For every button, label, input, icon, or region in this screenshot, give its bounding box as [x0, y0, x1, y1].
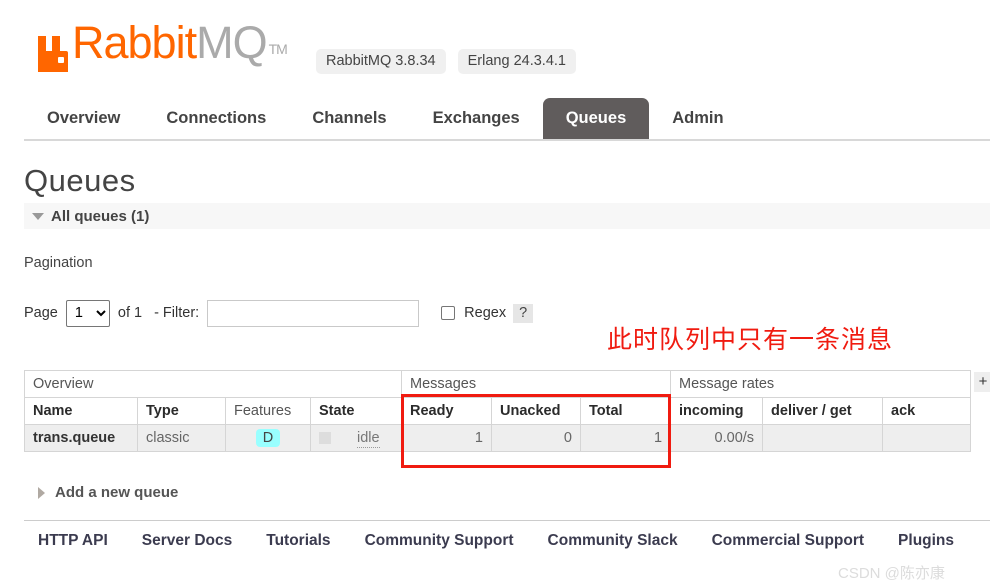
- column-header-incoming[interactable]: incoming: [670, 397, 764, 425]
- group-message-rates: Message rates: [670, 370, 972, 398]
- logo-tm-mark: TM: [268, 41, 288, 57]
- footer-link-community-slack[interactable]: Community Slack: [548, 532, 678, 550]
- table-column-header-row: Name Type Features State Ready Unacked T…: [24, 397, 972, 425]
- group-overview: Overview: [24, 370, 402, 398]
- footer-divider: [24, 520, 990, 521]
- rabbitmq-management-page: RabbitMQ TM RabbitMQ 3.8.34 Erlang 24.3.4…: [0, 0, 990, 587]
- logo-wordmark: RabbitMQ TM: [72, 20, 288, 74]
- state-label: idle: [357, 430, 380, 448]
- csdn-watermark: CSDN @陈亦康: [838, 565, 945, 582]
- column-header-deliver-get[interactable]: deliver / get: [762, 397, 884, 425]
- cell-queue-features: D: [225, 424, 311, 452]
- rabbitmq-logo[interactable]: RabbitMQ TM: [36, 20, 288, 74]
- cell-rate-incoming: 0.00/s: [670, 424, 764, 452]
- nav-tabs: Overview Connections Channels Exchanges …: [24, 98, 747, 139]
- cell-rate-deliver-get: [762, 424, 884, 452]
- queues-table: Overview Messages Message rates Name Typ…: [24, 370, 972, 452]
- column-header-type[interactable]: Type: [137, 397, 226, 425]
- queues-table-container: Overview Messages Message rates Name Typ…: [24, 370, 972, 452]
- chevron-down-icon: [32, 212, 44, 220]
- cell-messages-ready: 1: [401, 424, 492, 452]
- nav-underline: [24, 139, 990, 141]
- cell-queue-state: idle: [310, 424, 402, 452]
- rabbitmq-logo-icon: [36, 34, 70, 74]
- footer-link-community-support[interactable]: Community Support: [365, 532, 514, 550]
- chevron-right-icon: [38, 486, 45, 499]
- main-navigation: Overview Connections Channels Exchanges …: [0, 98, 990, 141]
- column-header-total[interactable]: Total: [579, 397, 672, 425]
- tab-queues[interactable]: Queues: [542, 98, 650, 139]
- column-toggle-button[interactable]: +: [974, 372, 990, 392]
- page-label: Page: [24, 305, 58, 321]
- cell-messages-unacked: 0: [491, 424, 581, 452]
- footer-navigation: HTTP API Server Docs Tutorials Community…: [38, 532, 954, 550]
- regex-help-icon[interactable]: ?: [513, 303, 534, 323]
- state-indicator-icon: [319, 432, 331, 445]
- page-title: Queues: [24, 163, 136, 198]
- regex-control[interactable]: Regex ?: [441, 303, 534, 323]
- cell-messages-total: 1: [579, 424, 672, 452]
- all-queues-section-header[interactable]: All queues (1): [24, 203, 990, 229]
- tab-exchanges[interactable]: Exchanges: [410, 98, 543, 139]
- tab-admin[interactable]: Admin: [649, 98, 746, 139]
- footer-link-http-api[interactable]: HTTP API: [38, 532, 108, 550]
- column-header-state[interactable]: State: [310, 397, 402, 425]
- tab-overview[interactable]: Overview: [24, 98, 143, 139]
- cell-queue-name[interactable]: trans.queue: [24, 424, 138, 452]
- filter-input[interactable]: [207, 299, 420, 327]
- page-total-label: of 1: [117, 305, 143, 321]
- tab-channels[interactable]: Channels: [289, 98, 409, 139]
- column-header-features[interactable]: Features: [225, 397, 311, 425]
- footer-link-commercial-support[interactable]: Commercial Support: [712, 532, 864, 550]
- column-header-name[interactable]: Name: [24, 397, 138, 425]
- group-messages: Messages: [400, 370, 672, 398]
- pagination-controls: Page 1 of 1 - Filter: Regex ?: [24, 298, 534, 328]
- all-queues-label: All queues (1): [51, 207, 150, 225]
- cell-rate-ack: [882, 424, 972, 452]
- durable-badge: D: [255, 429, 281, 447]
- add-new-queue-label: Add a new queue: [55, 484, 179, 501]
- column-header-ack[interactable]: ack: [882, 397, 972, 425]
- add-new-queue-section[interactable]: Add a new queue: [38, 484, 178, 501]
- rabbitmq-version-badge: RabbitMQ 3.8.34: [316, 49, 446, 74]
- regex-label: Regex: [464, 305, 507, 321]
- footer-link-tutorials[interactable]: Tutorials: [266, 532, 330, 550]
- table-row[interactable]: trans.queue classic D idle 1 0 1 0.00/s: [24, 424, 972, 452]
- logo-mq-text: MQ: [196, 17, 267, 68]
- tab-connections[interactable]: Connections: [143, 98, 289, 139]
- table-group-header-row: Overview Messages Message rates: [24, 370, 972, 398]
- annotation-text: 此时队列中只有一条消息: [607, 325, 894, 354]
- filter-label: - Filter:: [154, 305, 200, 321]
- logo-rabbit-text: Rabbit: [72, 17, 197, 68]
- footer-link-plugins[interactable]: Plugins: [898, 532, 954, 550]
- version-badges: RabbitMQ 3.8.34 Erlang 24.3.4.1: [316, 49, 576, 74]
- column-header-unacked[interactable]: Unacked: [491, 397, 581, 425]
- page-select[interactable]: 1: [65, 299, 110, 327]
- cell-queue-type: classic: [137, 424, 226, 452]
- footer-link-server-docs[interactable]: Server Docs: [142, 532, 232, 550]
- column-header-ready[interactable]: Ready: [401, 397, 492, 425]
- erlang-version-badge: Erlang 24.3.4.1: [457, 49, 576, 74]
- regex-checkbox[interactable]: [441, 306, 456, 320]
- page-header: RabbitMQ TM RabbitMQ 3.8.34 Erlang 24.3.4…: [0, 0, 990, 96]
- pagination-heading: Pagination: [24, 255, 93, 271]
